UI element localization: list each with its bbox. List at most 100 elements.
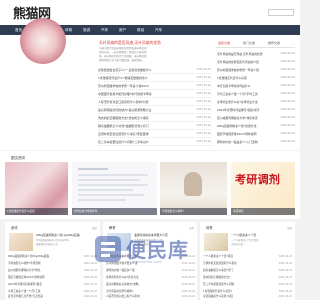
- sidebar-item-title[interactable]: 1支玫瑰花代表什么意思: [217, 74, 271, 82]
- sidebar-item[interactable]: 1支玫瑰花代表什么意思 2023-10-24: [217, 74, 295, 82]
- nav-item-estate[interactable]: 房产: [116, 25, 129, 35]
- nav-item-travel[interactable]: 旅游: [80, 25, 93, 35]
- list-item-title[interactable]: 厨房油烟机怎么清洗?窍门: [203, 267, 263, 274]
- sidebar-item[interactable]: 中行信用卡申请条件是什么 2023-10-24: [217, 82, 295, 90]
- list-item-title[interactable]: 嘉兴有哪些好玩的地方?攻略: [106, 281, 166, 288]
- list-item[interactable]: 喜欢我送给女孩子么?一直我喜欢做些什么 2023-10-24: [98, 66, 211, 74]
- sidebar-item-title[interactable]: 四川成都有哪些好大学?排名情况: [217, 114, 271, 122]
- more-link[interactable]: 更多: [287, 226, 292, 230]
- list-item-title[interactable]: 厨房油烟机怎么清洗?油烟机清洗小窍门: [98, 122, 174, 129]
- sidebar-item-title[interactable]: 国庆节放假安排2023?调休说明: [217, 130, 271, 138]
- sidebar-item[interactable]: 平均工资多少钱一个月?平均工资 2023-10-24: [217, 90, 295, 98]
- list-item[interactable]: 麦当劳早餐几点开始?几点结束 2023-10-24: [8, 293, 97, 300]
- gallery-card[interactable]: 1支玫瑰花代表什么意思: [5, 162, 68, 215]
- sidebar-item[interactable]: 四川成都有哪些好大学?排名情况 2023-10-24: [217, 114, 295, 122]
- sidebar-item[interactable]: 无叶风扇的是否风扇,无叶风扇的优势 2023-10-24: [217, 50, 295, 58]
- list-item-title[interactable]: 空调外机安装位置有什么讲究: [203, 260, 263, 267]
- nav-item-auto-2[interactable]: 汽车: [152, 25, 165, 35]
- list-item[interactable]: 厨房油烟机怎么清洗?油烟机清洗小窍门 2023-10-24: [98, 122, 211, 130]
- list-item-title[interactable]: 苏州外国语学校学费多少钱: [106, 260, 166, 267]
- gallery-card-caption[interactable]: 手机电影怎么制作?: [160, 208, 227, 215]
- sidebar-item[interactable]: 国庆节放假安排2023?调休说明 2023-10-24: [217, 130, 295, 138]
- sidebar-item-title[interactable]: 无叶风扇的优势和无叶风扇的介绍: [217, 58, 271, 66]
- category-thumb[interactable]: [9, 233, 33, 251]
- list-item-title[interactable]: 买二手车需要注意什么问题?二手车过户: [98, 138, 174, 145]
- list-item-title[interactable]: 麦当劳早餐几点开始?几点结束: [8, 293, 68, 300]
- list-item-title[interactable]: 1支玫瑰花代表什么?玫瑰花数量的含义: [98, 74, 174, 81]
- list-item-title[interactable]: 一个人能拿多少个奖?评选: [203, 253, 263, 260]
- tab-latest[interactable]: 最新文章: [218, 41, 230, 45]
- list-item-title[interactable]: 冬季养生吃什么好?养生方法: [106, 274, 166, 281]
- list-item[interactable]: 洗衣机的正确使用方法?洗衣机怎么保养 2023-10-24: [98, 114, 211, 122]
- featured-title[interactable]: 无叶风扇的是否风扇,无叶风扇的优势: [99, 40, 161, 46]
- sidebar-item-title[interactable]: 平均工资多少钱一个月?平均工资: [217, 90, 271, 98]
- sidebar-item[interactable]: 冬季养生吃什么好?冬季养生方法 2023-10-24: [217, 98, 295, 106]
- more-link[interactable]: 更多: [92, 226, 97, 230]
- list-item-title[interactable]: 冷链运输是什么意思?冷链: [203, 293, 263, 300]
- list-item[interactable]: 苏州外国语学校学费多少钱 2023-10-24: [106, 260, 195, 267]
- sidebar-item-title[interactable]: 钢琴的价格一般是多少?入门选购: [217, 138, 271, 146]
- sidebar-item[interactable]: 苏州外国语学校的学费一年多少钱 2023-10-24: [217, 66, 295, 74]
- sidebar-item-title[interactable]: 中行信用卡申请条件是什么: [217, 82, 271, 90]
- list-item[interactable]: 人民币升值对出口贸易有什么影响?分析 2023-10-24: [98, 98, 211, 106]
- list-item-title[interactable]: 人民币升值对出口有什么影响: [106, 293, 166, 300]
- list-item[interactable]: 900g猛猫饲料多少钱?kg200g猛猫 2023-10-24: [8, 253, 97, 260]
- list-item[interactable]: 中国银行信用卡如何办理?中行信用卡申请 2023-10-24: [98, 90, 211, 98]
- list-item[interactable]: 钢琴的价格一般是多少钱 2023-10-24: [106, 267, 195, 274]
- sidebar-item-title[interactable]: 冬季养生吃什么好?冬季养生方法: [217, 98, 271, 106]
- list-item[interactable]: 冬季养生吃什么好?养生方法 2023-10-24: [106, 274, 195, 281]
- category-thumb[interactable]: [107, 233, 131, 251]
- list-item[interactable]: 油漆喷涂的基本步骤大介绍 2023-10-24: [106, 253, 195, 260]
- list-item[interactable]: 手机电影怎么制作?手机剪辑 2023-10-24: [8, 260, 97, 267]
- sidebar-item-title[interactable]: 苏州外国语学校的学费一年多少钱: [217, 66, 271, 74]
- list-item-title[interactable]: 嘉兴有哪些好玩的地方?嘉兴旅游攻略大全: [98, 106, 174, 113]
- tab-recommended[interactable]: 推荐文章: [268, 41, 280, 45]
- gallery-card[interactable]: 手机电影怎么制作?: [160, 162, 227, 215]
- sidebar-item-title[interactable]: 900g猛猫饲料多少钱?食用方法: [217, 122, 271, 130]
- list-item-title[interactable]: 油漆喷涂的基本步骤大介绍: [106, 253, 166, 260]
- search-input[interactable]: [268, 9, 294, 16]
- sidebar-item-title[interactable]: 无叶风扇的是否风扇,无叶风扇的优势: [217, 50, 271, 58]
- more-link[interactable]: 更多: [189, 226, 194, 230]
- list-item-title[interactable]: 2023年考研时间是哪天?报名: [8, 281, 68, 288]
- list-item[interactable]: 冷链运输是什么意思?冷链 2023-10-24: [203, 293, 292, 300]
- list-item-title[interactable]: 900g猛猫饲料多少钱?kg200g猛猫: [8, 253, 68, 260]
- list-item-title[interactable]: 国庆节放假安排2023?调休说明: [8, 274, 68, 281]
- list-item-title[interactable]: 四川成都有哪些好大学?排名: [8, 267, 68, 274]
- nav-item-finance[interactable]: 财经: [134, 25, 147, 35]
- list-item[interactable]: 厨房油烟机怎么清洗?窍门 2023-10-24: [203, 267, 292, 274]
- sidebar-item[interactable]: 900g猛猫饲料多少钱?食用方法 2023-10-24: [217, 122, 295, 130]
- list-item[interactable]: 空调外机安装位置有什么讲究 2023-10-24: [203, 260, 292, 267]
- sidebar-item[interactable]: 无叶风扇的优势和无叶风扇的介绍 2023-10-24: [217, 58, 295, 66]
- gallery-card[interactable]: 考研调剂 考研调剂: [231, 162, 295, 215]
- sidebar-item-title[interactable]: 2023年考研时间是哪天?报名时间: [217, 106, 271, 114]
- list-item[interactable]: 四川成都有哪些好大学?排名 2023-10-24: [8, 267, 97, 274]
- list-item[interactable]: 嘉兴有哪些好玩的地方?嘉兴旅游攻略大全 2023-10-24: [98, 106, 211, 114]
- list-item[interactable]: 人民币升值对出口有什么影响 2023-10-24: [106, 293, 195, 300]
- category-headline[interactable]: 一个人能拿多少个奖: [231, 233, 293, 237]
- list-item-title[interactable]: 喜欢我送给女孩子么?一直我喜欢做些什么: [98, 66, 174, 73]
- list-item[interactable]: 苏州外国语学校的学费一年多少钱2023 2023-10-24: [98, 82, 211, 90]
- list-item-title[interactable]: 空调外机安装位置有什么讲究?安装要求: [98, 130, 174, 137]
- list-item-title[interactable]: 洗衣机的正确使用方法?: [203, 274, 263, 281]
- list-item-title[interactable]: 买二手车需要注意什么问题: [203, 281, 263, 288]
- list-item-title[interactable]: 手机电影怎么制作?手机剪辑: [8, 260, 68, 267]
- tab-popular[interactable]: 热门文章: [243, 41, 255, 45]
- list-item[interactable]: 一个人能拿多少个奖?评选 2023-10-24: [203, 253, 292, 260]
- list-item[interactable]: 买二手车需要注意什么问题?二手车过户 2023-10-24: [98, 138, 211, 146]
- gallery-card-caption[interactable]: 中行信用卡申请条件: [72, 208, 157, 215]
- category-headline[interactable]: 油漆喷涂的基本步骤大介绍: [134, 233, 196, 237]
- gallery-card-caption[interactable]: 1支玫瑰花代表什么意思: [5, 208, 68, 215]
- list-item[interactable]: 2023年考研时间是哪天?报名 2023-10-24: [8, 281, 97, 288]
- list-item[interactable]: 洗衣机的正确使用方法? 2023-10-24: [203, 274, 292, 281]
- list-item[interactable]: 国庆节放假安排2023?调休说明 2023-10-24: [8, 274, 97, 281]
- nav-item-auto[interactable]: 汽车: [98, 25, 111, 35]
- list-item-title[interactable]: 苏州外国语学校的学费一年多少钱2023: [98, 82, 174, 89]
- category-thumb[interactable]: [204, 233, 228, 251]
- gallery-card[interactable]: 中行信用卡申请条件: [72, 162, 157, 215]
- list-item-title[interactable]: 中国银行信用卡如何办理?中行信用卡申请: [98, 90, 174, 97]
- list-item-title[interactable]: 洗衣机的正确使用方法?洗衣机怎么保养: [98, 114, 174, 121]
- list-item-title[interactable]: 钢琴的价格一般是多少钱: [106, 267, 166, 274]
- sidebar-item[interactable]: 2023年考研时间是哪天?报名时间 2023-10-24: [217, 106, 295, 114]
- list-item[interactable]: 1支玫瑰花代表什么?玫瑰花数量的含义 2023-10-24: [98, 74, 211, 82]
